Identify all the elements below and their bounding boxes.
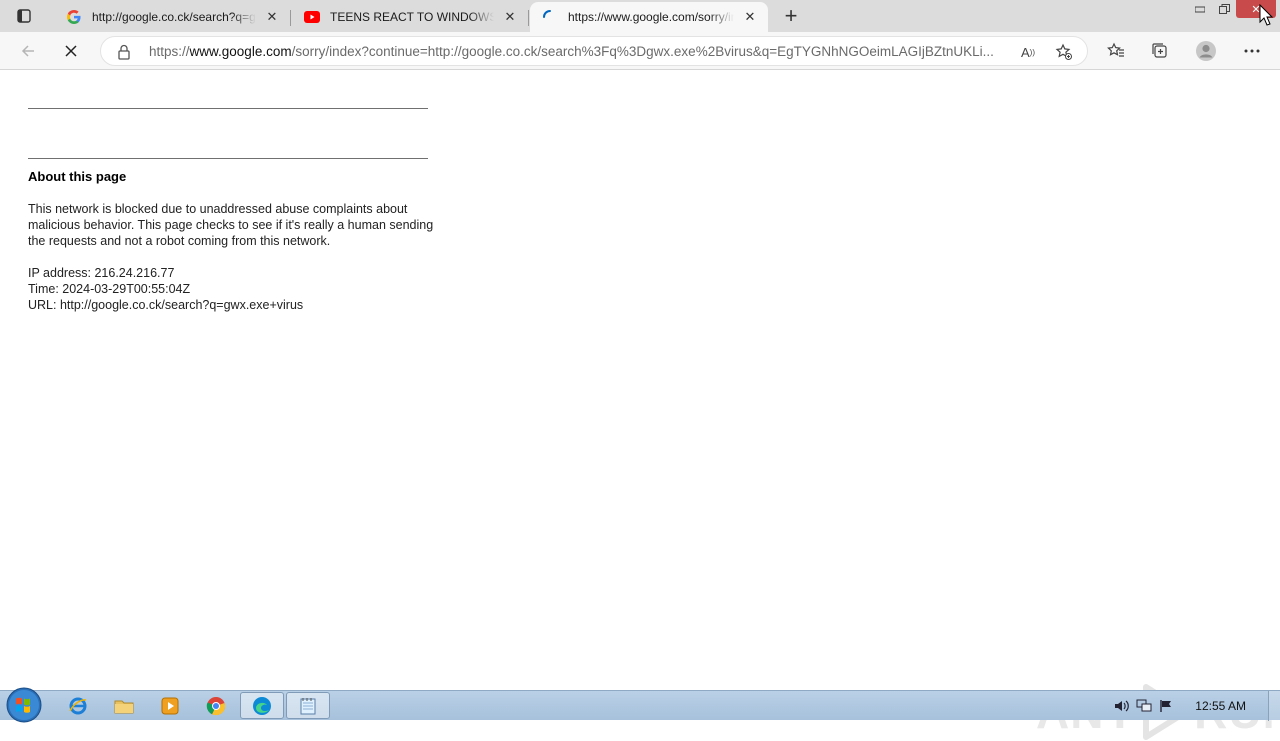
url-text[interactable]: https://www.google.com/sorry/index?conti… [149,44,1009,59]
stop-icon [65,45,77,57]
minimize-icon [1195,6,1205,13]
url-path: /sorry/index?continue=http://google.co.c… [291,44,994,59]
divider [28,108,428,109]
edge-icon [253,696,271,715]
plus-icon: + [784,3,798,28]
url-host: www.google.com [189,44,292,59]
collections-button[interactable] [1146,37,1174,65]
url-info-text: URL: http://google.co.ck/search?q=gwx.ex… [28,298,304,312]
url-scheme: https:// [149,44,190,59]
back-button[interactable] [14,37,42,65]
lock-icon[interactable] [117,44,131,65]
chrome-icon [206,696,226,715]
divider [28,158,428,159]
tab-title: TEENS REACT TO WINDOWS 95 [330,10,494,24]
network-icon[interactable] [1133,695,1155,717]
close-tab-icon[interactable]: ✕ [500,7,520,27]
favorites-button[interactable] [1102,37,1130,65]
add-favorite-icon[interactable] [1053,42,1075,62]
page-content: About this page This network is blocked … [0,71,1280,740]
tab-actions-button[interactable] [8,4,40,28]
minimize-button[interactable] [1188,0,1212,18]
tab-title: http://google.co.ck/search?q=gwx.exe+vir… [92,10,256,24]
media-player-icon [161,697,179,714]
youtube-icon [304,9,320,25]
restore-button[interactable] [1212,0,1236,18]
system-tray: 12:55 AM [1111,691,1280,721]
tab-actions-icon [17,9,31,23]
address-bar[interactable]: https://www.google.com/sorry/index?conti… [100,36,1088,66]
taskbar-ie[interactable] [56,692,100,719]
loading-spinner-icon [542,9,558,25]
taskbar-edge[interactable] [240,692,284,719]
page-heading: About this page [28,169,127,184]
close-tab-icon[interactable]: ✕ [262,7,282,27]
new-tab-button[interactable]: + [778,3,804,28]
start-button[interactable] [4,686,44,724]
taskbar-notepad[interactable] [286,692,330,719]
read-aloud-icon[interactable]: A)) [1017,42,1039,62]
browser-toolbar: https://www.google.com/sorry/index?conti… [0,32,1280,70]
volume-icon[interactable] [1111,695,1133,717]
tab-title: https://www.google.com/sorry/index [568,10,734,24]
taskbar-explorer[interactable] [102,692,146,719]
ip-address-text: IP address: 216.24.216.77 [28,266,175,280]
block-explanation: This network is blocked due to unaddress… [28,202,434,248]
action-center-flag-icon[interactable] [1155,695,1177,717]
tab-youtube[interactable]: TEENS REACT TO WINDOWS 95 ✕ [292,2,529,32]
settings-menu-button[interactable] [1238,37,1266,65]
windows-start-icon [6,687,42,723]
avatar-icon [1196,41,1216,61]
tab-google-sorry[interactable]: https://www.google.com/sorry/index ✕ [530,2,768,32]
taskbar: 12:55 AM [0,687,1280,723]
taskbar-clock[interactable]: 12:55 AM [1195,699,1246,713]
taskbar-chrome[interactable] [194,692,238,719]
google-icon [66,9,82,25]
stop-loading-button[interactable] [57,37,85,65]
notepad-icon [300,697,316,714]
collections-icon [1152,43,1167,58]
tab-google-search[interactable]: http://google.co.ck/search?q=gwx.exe+vir… [54,2,291,32]
ie-icon [69,697,87,714]
more-dots-icon [1244,49,1260,53]
mouse-cursor-icon [1259,4,1273,26]
tab-strip: http://google.co.ck/search?q=gwx.exe+vir… [0,0,1280,32]
explorer-icon [114,700,134,713]
show-desktop-button[interactable] [1268,691,1280,721]
favorites-icon [1107,42,1124,57]
close-tab-icon[interactable]: ✕ [740,7,760,27]
taskbar-media-player[interactable] [148,692,192,719]
arrow-left-icon [21,45,34,57]
restore-icon [1218,4,1230,14]
time-text: Time: 2024-03-29T00:55:04Z [28,282,191,296]
profile-button[interactable] [1192,37,1220,65]
